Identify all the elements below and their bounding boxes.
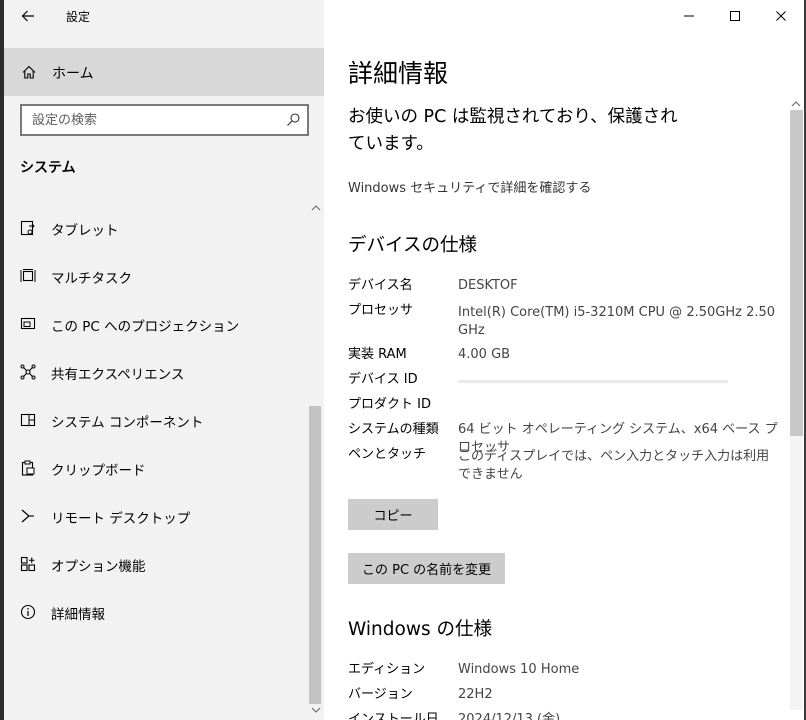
search-input[interactable] <box>22 106 282 134</box>
maximize-icon <box>730 11 740 21</box>
nav-item-shared-experiences[interactable]: 共有エクスペリエンス <box>4 348 304 396</box>
spec-row-install-date: インストール日 2024/12/13 (金) <box>348 711 778 720</box>
spec-label: システムの種類 <box>348 422 439 437</box>
title-bar-left: 設定 <box>4 0 324 34</box>
protection-status-line2: ています。 <box>348 134 434 154</box>
page-title: 詳細情報 <box>348 59 449 88</box>
spec-label: エディション <box>348 662 426 677</box>
spec-value: このディスプレイでは、ペン入力とタッチ入力は利用できません <box>458 449 770 482</box>
spec-row-system-type: システムの種類 64 ビット オペレーティング システム、x64 ベース プロセ… <box>348 421 778 455</box>
search-icon[interactable] <box>285 112 301 128</box>
nav-item-label: 詳細情報 <box>51 607 105 623</box>
minimize-button[interactable] <box>666 0 712 32</box>
nav-item-label: 共有エクスペリエンス <box>51 367 185 383</box>
projection-icon <box>20 317 36 330</box>
navigation-pane: 設定 ホーム システム タブレット マルチタスク <box>4 0 324 720</box>
copy-button[interactable]: コピー <box>348 499 438 530</box>
protection-status-line1: お使いの PC は監視されており、保護され <box>348 107 678 127</box>
settings-search-box[interactable] <box>20 104 309 136</box>
spec-label: デバイス ID <box>348 372 418 387</box>
nav-item-clipboard[interactable]: クリップボード <box>4 444 304 492</box>
spec-label: プロダクト ID <box>348 397 431 412</box>
spec-row-pen-touch: ペンとタッチ このディスプレイでは、ペン入力とタッチ入力は利用できません <box>348 446 778 490</box>
nav-item-tablet[interactable]: タブレット <box>4 204 304 252</box>
spec-row-ram: 実装 RAM 4.00 GB <box>348 346 778 371</box>
spec-row-product-id: プロダクト ID <box>348 396 778 421</box>
remote-desktop-icon <box>21 509 34 523</box>
content-scrollbar-thumb[interactable] <box>790 110 803 436</box>
info-icon <box>20 604 36 620</box>
spec-value <box>458 396 778 421</box>
spec-label: 実装 RAM <box>348 347 407 362</box>
tablet-icon <box>20 220 35 236</box>
close-icon <box>776 11 786 21</box>
spec-value: 22H2 <box>458 687 493 702</box>
clipboard-icon <box>21 460 35 476</box>
spec-value: DESKTOF <box>458 278 518 293</box>
spec-value: 2024/12/13 (金) <box>458 712 561 720</box>
home-icon <box>22 65 36 79</box>
redacted-bar <box>458 380 728 383</box>
content-pane: 詳細情報 お使いの PC は監視されており、保護され ています。 Windows… <box>324 0 804 720</box>
home-label: ホーム <box>52 66 94 82</box>
content-scroll-up-icon[interactable] <box>790 98 802 110</box>
scroll-up-arrow-icon[interactable] <box>310 202 322 214</box>
spec-row-version: バージョン 22H2 <box>348 686 778 711</box>
rename-pc-button[interactable]: この PC の名前を変更 <box>348 553 506 584</box>
nav-scrollbar-thumb[interactable] <box>309 406 321 704</box>
minimize-icon <box>684 15 694 17</box>
multitask-icon <box>20 269 36 282</box>
spec-label: ペンとタッチ <box>348 447 427 462</box>
device-specs-heading: デバイスの仕様 <box>348 235 477 256</box>
spec-value: 64 ビット オペレーティング システム、x64 ベース プロセッサ <box>458 422 778 455</box>
nav-item-label: クリップボード <box>51 463 146 479</box>
nav-item-label: この PC へのプロジェクション <box>51 319 240 335</box>
nav-item-optional-features[interactable]: オプション機能 <box>4 540 304 588</box>
nav-item-label: リモート デスクトップ <box>51 511 191 527</box>
nav-item-about[interactable]: 詳細情報 <box>4 588 304 636</box>
nav-item-label: マルチタスク <box>51 271 132 287</box>
windows-specs-heading: Windows の仕様 <box>348 619 492 640</box>
spec-value: Intel(R) Core(TM) i5-3210M CPU @ 2.50GHz… <box>458 305 776 338</box>
spec-row-processor: プロセッサ Intel(R) Core(TM) i5-3210M CPU @ 2… <box>348 302 778 346</box>
nav-item-projection[interactable]: この PC へのプロジェクション <box>4 300 304 348</box>
nav-item-label: タブレット <box>51 223 119 239</box>
spec-label: デバイス名 <box>348 278 413 293</box>
spec-value: 4.00 GB <box>458 347 511 362</box>
section-title: システム <box>20 160 76 176</box>
home-nav-item[interactable]: ホーム <box>4 48 324 96</box>
spec-row-edition: エディション Windows 10 Home <box>348 661 778 686</box>
scroll-down-arrow-icon[interactable] <box>310 704 322 716</box>
system-components-icon <box>20 413 36 427</box>
spec-value-redacted <box>458 371 778 396</box>
shared-experience-icon <box>20 364 36 380</box>
spec-label: バージョン <box>348 687 413 702</box>
nav-item-system-components[interactable]: システム コンポーネント <box>4 396 304 444</box>
optional-features-icon <box>20 556 36 572</box>
spec-row-device-id: デバイス ID <box>348 371 778 396</box>
app-title: 設定 <box>66 10 91 24</box>
windows-specs-table: エディション Windows 10 Home バージョン 22H2 インストール… <box>348 661 778 720</box>
spec-label: インストール日 <box>348 712 439 720</box>
nav-item-remote-desktop[interactable]: リモート デスクトップ <box>4 492 304 540</box>
protection-status: お使いの PC は監視されており、保護され ています。 <box>348 104 678 158</box>
spec-row-device-name: デバイス名 DESKTOF <box>348 277 778 302</box>
nav-item-multitasking[interactable]: マルチタスク <box>4 252 304 300</box>
spec-label: プロセッサ <box>348 303 414 318</box>
maximize-button[interactable] <box>712 0 758 32</box>
windows-security-link[interactable]: Windows セキュリティで詳細を確認する <box>348 177 591 196</box>
back-arrow-icon <box>21 10 34 22</box>
nav-item-label: オプション機能 <box>51 559 146 575</box>
close-button[interactable] <box>758 0 804 32</box>
spec-value: Windows 10 Home <box>458 662 580 677</box>
back-button[interactable] <box>12 2 44 30</box>
nav-item-label: システム コンポーネント <box>51 415 204 431</box>
device-specs-table: デバイス名 DESKTOF プロセッサ Intel(R) Core(TM) i5… <box>348 277 778 490</box>
